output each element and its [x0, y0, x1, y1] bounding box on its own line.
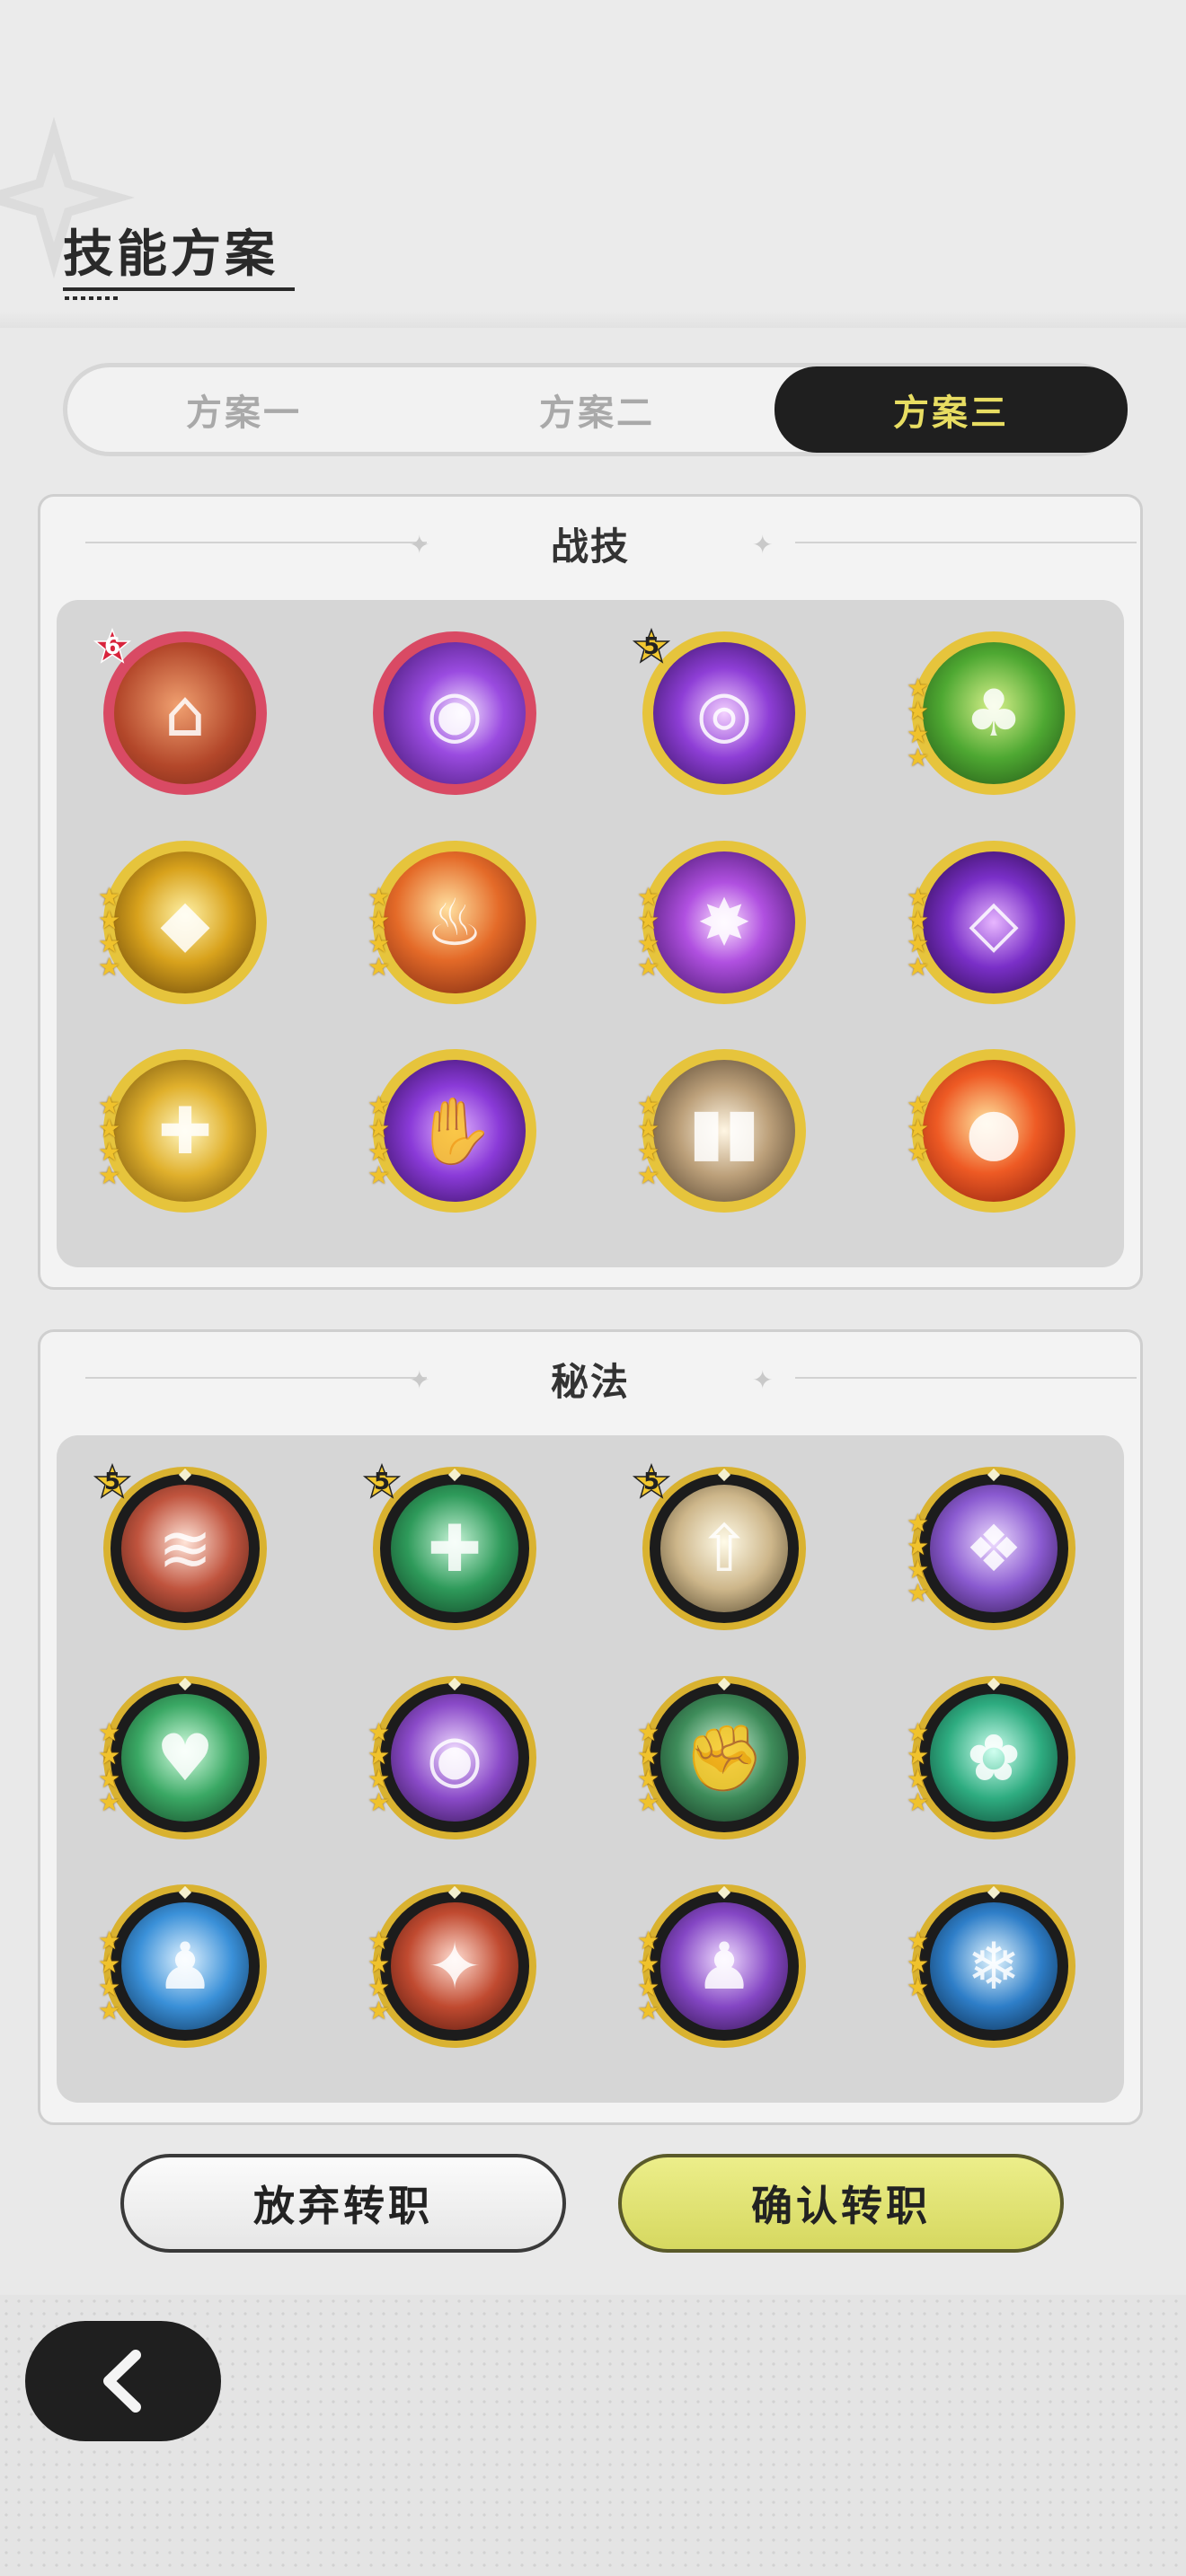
secret-skill-1[interactable]: ≋ 5 — [93, 1463, 267, 1630]
tab-plan-3[interactable]: 方案三 — [774, 366, 1128, 453]
combat-skill-9[interactable]: ✚ ★ ★ ★ ★ — [98, 1049, 267, 1213]
flame-wolf-icon: ♨ — [425, 885, 484, 960]
golden-cross-icon: ✚ — [157, 1093, 213, 1169]
header-band: 技能方案 — [0, 0, 1186, 328]
purple-diamond-icon: ◇ — [969, 885, 1019, 960]
star-rating: ★ ★ ★ ★ — [98, 1926, 121, 2025]
secret-arts-section: ✦ 秘法 ✦ ≋ 5 ✚ 5 ⇧ 5 ❖ ★ ★ ★ ★ ♥ ★ ★ ★ ★ ◉… — [38, 1329, 1143, 2125]
chevron-left-icon — [103, 2350, 141, 2413]
combat-skill-11[interactable]: ▮▮ ★ ★ ★ ★ — [637, 1049, 806, 1213]
combat-skill-12[interactable]: ● ★ ★ ★ — [907, 1049, 1075, 1213]
star-rating: ★ ★ ★ ★ — [637, 1926, 660, 2025]
combat-skill-2[interactable]: ◉ — [373, 631, 536, 795]
divider-right — [795, 542, 1137, 543]
combat-skill-5[interactable]: ◆ ★ ★ ★ ★ — [98, 841, 267, 1004]
star-rating: ★ ★ ★ — [907, 1090, 930, 1167]
title-dots — [65, 296, 119, 300]
secret-skill-12[interactable]: ❄ ★ ★ ★ — [907, 1884, 1075, 2048]
star-rating: ★ ★ ★ ★ — [367, 882, 391, 982]
section-header: ✦ 战技 ✦ — [40, 497, 1140, 595]
confirm-job-change-button[interactable]: 确认转职 — [618, 2154, 1064, 2253]
plan-tabbar: 方案一 方案二 方案三 — [63, 363, 1128, 456]
purple-hand-icon: ✋ — [414, 1092, 495, 1169]
secret-skill-2[interactable]: ✚ 5 — [362, 1463, 536, 1630]
star-rating: ★ ★ ★ ★ — [907, 1717, 930, 1817]
secret-skill-5[interactable]: ♥ ★ ★ ★ ★ — [98, 1676, 267, 1839]
star-rating: ★ ★ ★ ★ — [907, 673, 930, 772]
secret-skill-10[interactable]: ✦ ★ ★ ★ ★ — [367, 1884, 536, 2048]
combat-skills-section: ✦ 战技 ✦ ⌂ 6 ◉ ◎ 5 ♣ ★ ★ ★ ★ ◆ ★ ★ ★ ★ ♨ ★… — [38, 494, 1143, 1290]
page-title: 技能方案 — [63, 225, 279, 284]
violet-burst-icon: ✸ — [696, 885, 752, 960]
green-gem-icon: ✿ — [966, 1720, 1022, 1795]
secret-skill-3[interactable]: ⇧ 5 — [632, 1463, 806, 1630]
green-rock-icon: ✊ — [684, 1719, 765, 1795]
secret-skill-grid: ≋ 5 ✚ 5 ⇧ 5 ❖ ★ ★ ★ ★ ♥ ★ ★ ★ ★ ◉ ★ ★ ★ … — [57, 1435, 1124, 2103]
sparkle-icon: ✦ — [752, 530, 774, 560]
level-badge: 5 — [632, 628, 671, 667]
combat-skill-3[interactable]: ◎ 5 — [632, 628, 806, 795]
red-shards-icon: ✦ — [427, 1928, 482, 2004]
level-badge: 5 — [362, 1463, 402, 1503]
level-badge: 5 — [93, 1463, 132, 1503]
tab-plan-1[interactable]: 方案一 — [67, 367, 420, 452]
star-rating: ★ ★ ★ ★ — [98, 1090, 121, 1190]
tree-stump-icon: ♣ — [964, 675, 1023, 751]
secret-skill-6[interactable]: ◉ ★ ★ ★ ★ — [367, 1676, 536, 1839]
star-rating: ★ ★ ★ ★ — [637, 882, 660, 982]
combat-skill-8[interactable]: ◇ ★ ★ ★ ★ — [907, 841, 1075, 1004]
combat-skill-10[interactable]: ✋ ★ ★ ★ ★ — [367, 1049, 536, 1213]
combat-skill-grid: ⌂ 6 ◉ ◎ 5 ♣ ★ ★ ★ ★ ◆ ★ ★ ★ ★ ♨ ★ ★ ★ ★ … — [57, 600, 1124, 1267]
star-rating: ★ ★ ★ ★ — [637, 1090, 660, 1190]
combat-skill-1[interactable]: ⌂ 6 — [93, 628, 267, 795]
ice-wing-icon: ❄ — [966, 1928, 1022, 2004]
secret-skill-8[interactable]: ✿ ★ ★ ★ ★ — [907, 1676, 1075, 1839]
combat-skill-7[interactable]: ✸ ★ ★ ★ ★ — [637, 841, 806, 1004]
abandon-job-change-button[interactable]: 放弃转职 — [120, 2154, 566, 2253]
section-title-secret: 秘法 — [550, 1360, 630, 1404]
star-rating: ★ ★ ★ ★ — [367, 1926, 391, 2025]
section-header: ✦ 秘法 ✦ — [40, 1332, 1140, 1431]
star-rating: ★ ★ ★ — [907, 1926, 930, 2002]
sparkle-icon: ✦ — [752, 1365, 774, 1395]
secret-skill-4[interactable]: ❖ ★ ★ ★ ★ — [907, 1467, 1075, 1630]
cards-icon: ▮▮ — [688, 1093, 760, 1169]
blue-figure-icon: ♟ — [155, 1928, 215, 2004]
star-rating: ★ ★ ★ ★ — [907, 882, 930, 982]
secret-skill-9[interactable]: ♟ ★ ★ ★ ★ — [98, 1884, 267, 2048]
star-rating: ★ ★ ★ ★ — [98, 882, 121, 982]
green-heart-icon: ♥ — [155, 1720, 215, 1795]
section-title-combat: 战技 — [550, 525, 630, 569]
star-rating: ★ ★ ★ ★ — [98, 1717, 121, 1817]
combat-skill-6[interactable]: ♨ ★ ★ ★ ★ — [367, 841, 536, 1004]
secret-skill-11[interactable]: ♟ ★ ★ ★ ★ — [637, 1884, 806, 2048]
fireball-icon: ● — [965, 1093, 1022, 1169]
purple-figure-icon: ♟ — [695, 1928, 754, 2004]
star-rating: ★ ★ ★ ★ — [907, 1508, 930, 1608]
secret-skill-7[interactable]: ✊ ★ ★ ★ ★ — [637, 1676, 806, 1839]
purple-pouch-icon: ❖ — [964, 1511, 1023, 1586]
divider-right — [795, 1377, 1137, 1379]
purple-orb-icon: ◉ — [426, 675, 483, 751]
level-badge: 6 — [93, 628, 132, 667]
star-rating: ★ ★ ★ ★ — [367, 1090, 391, 1190]
title-underline — [63, 287, 295, 291]
star-rating: ★ ★ ★ ★ — [637, 1717, 660, 1817]
combat-skill-4[interactable]: ♣ ★ ★ ★ ★ — [907, 631, 1075, 795]
purple-eye-icon: ◉ — [426, 1720, 483, 1795]
tab-plan-2[interactable]: 方案二 — [420, 367, 774, 452]
level-badge: 5 — [632, 1463, 671, 1503]
back-button[interactable] — [25, 2321, 221, 2441]
star-rating: ★ ★ ★ ★ — [367, 1717, 391, 1817]
gold-crystal-icon: ◆ — [160, 885, 210, 960]
